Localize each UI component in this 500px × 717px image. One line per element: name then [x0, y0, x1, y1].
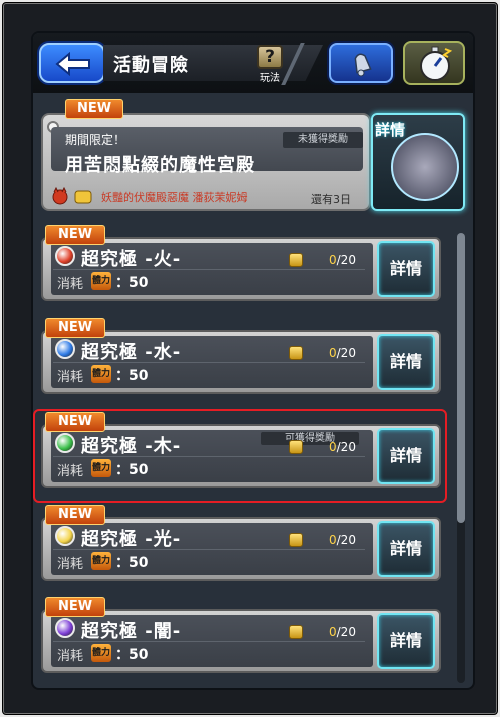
quest-item[interactable]: NEW 超究極 -水- 0/20 消耗 體力 ：50 詳情: [41, 318, 441, 394]
event-details-button[interactable]: 詳情: [371, 113, 465, 211]
quest-item[interactable]: NEW 超究極 -闇- 0/20 消耗 體力 ：50 詳情: [41, 597, 441, 673]
element-icon: [55, 618, 75, 638]
event-title: 用苦悶點綴的魔性宮殿: [65, 155, 255, 176]
progress-total: /20: [336, 346, 356, 360]
limited-time-label: 期間限定！: [65, 133, 126, 147]
quest-title: 超究極 -木-: [81, 436, 182, 457]
reward-pot-icon: [289, 533, 303, 547]
cost-label: 消耗: [57, 370, 84, 385]
progress-count: 0: [329, 533, 337, 547]
quest-title: 超究極 -火-: [81, 249, 182, 270]
new-badge: NEW: [45, 225, 105, 245]
stamina-cost: ：50: [115, 647, 149, 663]
stamina-icon: 體力: [91, 272, 111, 290]
cost-label: 消耗: [57, 557, 84, 572]
details-label: 詳情: [375, 121, 406, 139]
help-label: 玩法: [260, 73, 280, 84]
details-button[interactable]: 詳情: [377, 241, 435, 297]
quest-card[interactable]: 超究極 -火- 0/20 消耗 體力 ：50 詳情: [41, 237, 441, 301]
stamina-icon: 體力: [91, 365, 111, 383]
stamina-cost: ：50: [115, 368, 149, 384]
cost-label: 消耗: [57, 277, 84, 292]
phone-frame: 活動冒險 ? 玩法 NEW 期間限定！ 未獲得獎勵 用苦悶點綴的魔性宮殿 妖豔的…: [2, 2, 498, 715]
progress-count: 0: [329, 625, 337, 639]
stamina-icon: 體力: [91, 459, 111, 477]
progress-total: /20: [336, 533, 356, 547]
progress-count: 0: [329, 440, 337, 454]
event-card[interactable]: 期間限定！ 未獲得獎勵 用苦悶點綴的魔性宮殿 妖豔的伏魔殿惡魔 潘荻茉妮姆 還有…: [41, 113, 371, 211]
back-button[interactable]: [39, 43, 105, 83]
clear-progress: 0/20: [329, 533, 356, 547]
reward-pot-icon: [289, 253, 303, 267]
new-badge: NEW: [45, 318, 105, 338]
quest-title: 超究極 -水-: [81, 342, 182, 363]
reward-pot-icon: [289, 440, 303, 454]
progress-total: /20: [336, 253, 356, 267]
clear-progress: 0/20: [329, 440, 356, 454]
element-icon: [55, 246, 75, 266]
time-remaining: 還有3日: [311, 193, 351, 206]
page-title: 活動冒險: [113, 55, 189, 76]
cost-label: 消耗: [57, 649, 84, 664]
help-button[interactable]: ? 玩法: [255, 45, 285, 84]
stamina-cost: ：50: [115, 462, 149, 478]
quest-item[interactable]: NEW 超究極 -木- 可獲得獎勵 0/20 消耗 體力 ：50 詳情: [41, 412, 441, 488]
reward-pot-icon: [289, 625, 303, 639]
quest-card[interactable]: 超究極 -光- 0/20 消耗 體力 ：50 詳情: [41, 517, 441, 581]
cost-label: 消耗: [57, 464, 84, 479]
new-badge: NEW: [45, 597, 105, 617]
stopwatch-button[interactable]: [403, 41, 465, 85]
element-icon: [55, 526, 75, 546]
details-button[interactable]: 詳情: [377, 334, 435, 390]
quest-card[interactable]: 超究極 -闇- 0/20 消耗 體力 ：50 詳情: [41, 609, 441, 673]
bell-icon: [354, 53, 372, 77]
clear-progress: 0/20: [329, 253, 356, 267]
new-badge: NEW: [45, 412, 105, 432]
back-arrow-icon: [55, 52, 90, 76]
stamina-icon: 體力: [91, 552, 111, 570]
game-screen: 活動冒險 ? 玩法 NEW 期間限定！ 未獲得獎勵 用苦悶點綴的魔性宮殿 妖豔的…: [33, 33, 473, 688]
details-button[interactable]: 詳情: [377, 521, 435, 577]
boss-portrait: [391, 133, 459, 201]
scrollbar[interactable]: [457, 233, 465, 683]
reward-pot-icon: [289, 346, 303, 360]
stopwatch-icon: [420, 46, 453, 81]
quest-title: 超究極 -光-: [81, 529, 182, 550]
element-icon: [55, 339, 75, 359]
progress-total: /20: [336, 440, 356, 454]
progress-count: 0: [329, 253, 337, 267]
reward-status-badge: 未獲得獎勵: [283, 132, 363, 148]
bell-button[interactable]: [329, 43, 393, 83]
stamina-icon: 體力: [91, 644, 111, 662]
top-bar: 活動冒險 ? 玩法: [33, 33, 473, 93]
new-badge: NEW: [45, 505, 105, 525]
new-badge: NEW: [65, 99, 123, 119]
clear-progress: 0/20: [329, 346, 356, 360]
details-button[interactable]: 詳情: [377, 613, 435, 669]
element-icon: [55, 433, 75, 453]
event-banner[interactable]: NEW 期間限定！ 未獲得獎勵 用苦悶點綴的魔性宮殿 妖豔的伏魔殿惡魔 潘荻茉妮…: [41, 99, 465, 211]
scrollbar-thumb[interactable]: [457, 233, 465, 523]
stamina-cost: ：50: [115, 555, 149, 571]
quest-title: 超究極 -闇-: [81, 621, 182, 642]
question-mark-icon: ?: [257, 45, 283, 69]
quest-list[interactable]: NEW 超究極 -火- 0/20 消耗 體力 ：50 詳情 NEW 超究極 -水- 0/20 消耗體…: [41, 225, 461, 688]
progress-total: /20: [336, 625, 356, 639]
event-subtitle: 妖豔的伏魔殿惡魔 潘荻茉妮姆: [101, 191, 248, 204]
stamina-cost: ：50: [115, 275, 149, 291]
details-button[interactable]: 詳情: [377, 428, 435, 484]
clear-progress: 0/20: [329, 625, 356, 639]
quest-card[interactable]: 超究極 -水- 0/20 消耗 體力 ：50 詳情: [41, 330, 441, 394]
progress-count: 0: [329, 346, 337, 360]
quest-item[interactable]: NEW 超究極 -光- 0/20 消耗 體力 ：50 詳情: [41, 505, 441, 581]
quest-item[interactable]: NEW 超究極 -火- 0/20 消耗 體力 ：50 詳情: [41, 225, 441, 301]
quest-card[interactable]: 超究極 -木- 可獲得獎勵 0/20 消耗 體力 ：50 詳情: [41, 424, 441, 488]
demon-and-pot-icons: [52, 187, 92, 205]
